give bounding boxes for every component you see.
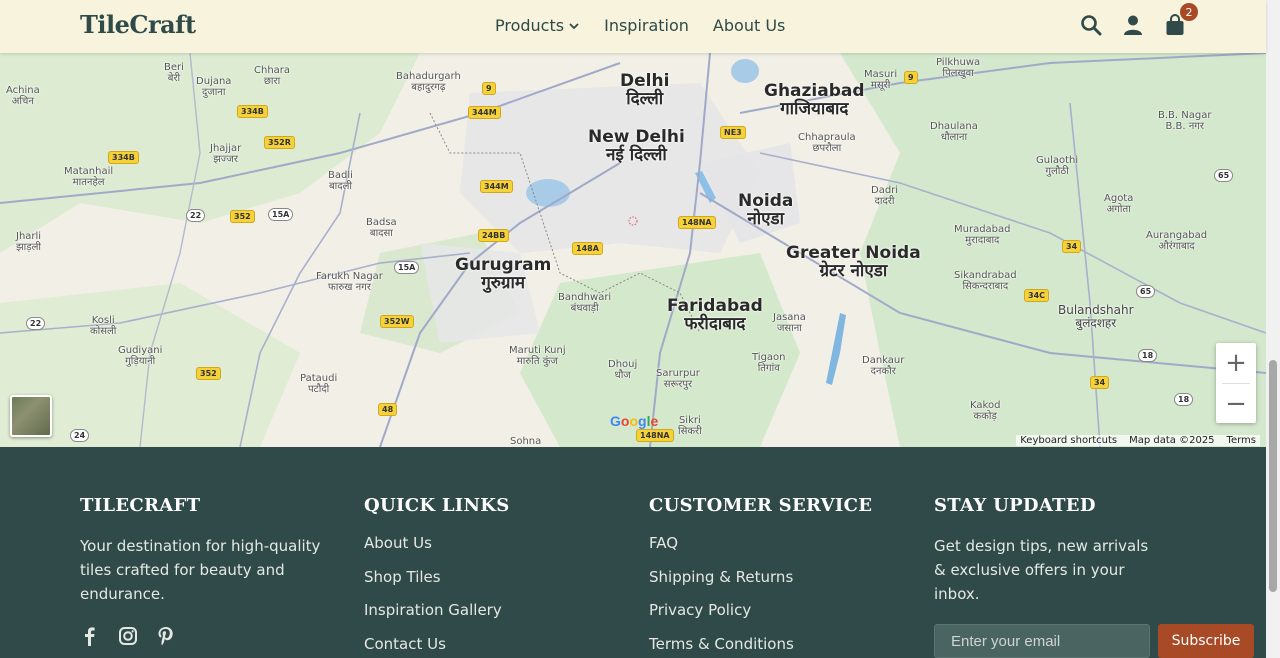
highway-shield: 334B (237, 105, 268, 118)
site-footer: TILECRAFT Your destination for high-qual… (0, 447, 1266, 658)
nav-products-label: Products (495, 16, 565, 35)
footer-link-privacy-policy[interactable]: Privacy Policy (649, 601, 889, 635)
search-icon[interactable] (1080, 14, 1102, 36)
highway-shield: 344M (480, 180, 513, 193)
map-attribution: Keyboard shortcuts Map data ©2025 Terms (1016, 435, 1260, 446)
footer-quick-links-column: QUICK LINKS About Us Shop Tiles Inspirat… (364, 495, 604, 658)
highway-shield: 18 (1138, 349, 1158, 362)
highway-shield: 24 (70, 429, 90, 442)
store-location-map[interactable]: Delhi दिल्ली New Delhi नई दिल्ली Ghaziab… (0, 53, 1266, 447)
user-icon[interactable] (1122, 14, 1144, 36)
customer-service-list: FAQ Shipping & Returns Privacy Policy Te… (649, 534, 889, 658)
highway-shield: 22 (26, 317, 46, 330)
highway-shield: 65 (1136, 285, 1156, 298)
highway-shield: NE3 (720, 126, 746, 139)
newsletter-email-input[interactable] (934, 624, 1150, 658)
footer-link-faq[interactable]: FAQ (649, 534, 889, 568)
footer-link-terms-conditions[interactable]: Terms & Conditions (649, 635, 889, 658)
zoom-in-button[interactable]: + (1216, 343, 1256, 383)
footer-brand-heading: TILECRAFT (80, 495, 201, 516)
highway-shield: 22 (186, 209, 206, 222)
pinterest-icon[interactable] (156, 626, 176, 646)
page-scrollbar[interactable] (1266, 0, 1280, 658)
site-logo[interactable]: TileCraft (80, 10, 196, 39)
highway-shield: 34 (1090, 376, 1110, 389)
footer-newsletter-column: STAY UPDATED Get design tips, new arriva… (934, 495, 1259, 658)
keyboard-shortcuts-link[interactable]: Keyboard shortcuts (1020, 435, 1117, 446)
social-links (80, 626, 340, 646)
map-zoom-controls: + − (1216, 343, 1256, 423)
cart-icon[interactable]: 2 (1164, 3, 1198, 36)
highway-shield: 18 (1174, 393, 1194, 406)
nav-products[interactable]: Products (495, 16, 580, 35)
footer-link-shop-tiles[interactable]: Shop Tiles (364, 568, 604, 602)
highway-shield: 9 (482, 82, 496, 95)
footer-brand-column: TILECRAFT Your destination for high-qual… (80, 495, 340, 646)
footer-brand-text: Your destination for high-quality tiles … (80, 537, 321, 603)
site-header: TileCraft Products Inspiration About Us … (0, 0, 1266, 53)
scrollbar-thumb[interactable] (1269, 360, 1277, 592)
zoom-out-button[interactable]: − (1216, 384, 1256, 424)
highway-shield: 48 (378, 403, 398, 416)
subscribe-button[interactable]: Subscribe (1158, 624, 1254, 658)
highway-shield: 148NA (636, 429, 674, 442)
satellite-view-toggle[interactable] (10, 395, 52, 437)
nav-about-us[interactable]: About Us (713, 16, 785, 35)
footer-link-inspiration-gallery[interactable]: Inspiration Gallery (364, 601, 604, 635)
footer-newsletter-text: Get design tips, new arrivals & exclusiv… (934, 537, 1149, 603)
main-nav: Products Inspiration About Us (495, 16, 785, 35)
highway-shield: 352 (196, 367, 221, 380)
highway-shield: 148NA (678, 216, 716, 229)
google-logo: Google (610, 413, 659, 429)
highway-shield: 352 (230, 210, 255, 223)
highway-shield: 352R (264, 136, 295, 149)
nav-inspiration[interactable]: Inspiration (604, 16, 689, 35)
chevron-down-icon (568, 20, 580, 32)
cart-count-badge: 2 (1180, 3, 1198, 21)
footer-customer-service-heading: CUSTOMER SERVICE (649, 495, 873, 516)
highway-shield: 15A (394, 261, 420, 274)
footer-customer-service-column: CUSTOMER SERVICE FAQ Shipping & Returns … (649, 495, 889, 658)
highway-shield: 65 (1214, 169, 1234, 182)
highway-shield: 34C (1024, 289, 1050, 302)
quick-links-list: About Us Shop Tiles Inspiration Gallery … (364, 534, 604, 658)
highway-shield: 148A (572, 242, 603, 255)
footer-link-contact-us[interactable]: Contact Us (364, 635, 604, 658)
highway-shield: 34 (1062, 240, 1082, 253)
highway-shield: 15A (268, 208, 294, 221)
newsletter-form: Subscribe (934, 624, 1259, 658)
header-actions: 2 (1080, 3, 1198, 36)
highway-shield: 334B (108, 151, 139, 164)
footer-link-shipping-returns[interactable]: Shipping & Returns (649, 568, 889, 602)
instagram-icon[interactable] (118, 626, 138, 646)
facebook-icon[interactable] (80, 626, 100, 646)
footer-link-about-us[interactable]: About Us (364, 534, 604, 568)
footer-newsletter-heading: STAY UPDATED (934, 495, 1096, 516)
highway-shield: 344M (468, 106, 501, 119)
footer-quick-links-heading: QUICK LINKS (364, 495, 510, 516)
highway-shield: 352W (380, 315, 414, 328)
map-data-text: Map data ©2025 (1129, 435, 1215, 446)
terms-link[interactable]: Terms (1227, 435, 1256, 446)
highway-shield: 9 (904, 71, 918, 84)
highway-shield: 24BB (478, 229, 510, 242)
